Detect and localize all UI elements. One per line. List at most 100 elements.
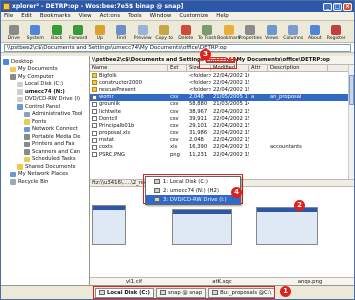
tree-node-label: Administrative Tool	[32, 111, 83, 118]
file-row[interactable]: constructor2000 <folder>22/04/2002 15:43	[90, 79, 354, 86]
back-button[interactable]: Back	[46, 21, 68, 42]
tree-node[interactable]: Shared Documents	[1, 163, 89, 171]
tree-node[interactable]: Fonts	[1, 118, 89, 126]
menu-item[interactable]: Customize	[179, 13, 208, 19]
file-row[interactable]: mstat csv 2,048 22/04/2002 15:43	[90, 137, 354, 144]
properties-button[interactable]: Properties	[239, 21, 262, 42]
tree-node[interactable]: DVD/CD-RW Drive (I)	[1, 96, 89, 104]
thumbnail-3[interactable]	[256, 207, 318, 245]
find-button[interactable]: Find	[111, 21, 133, 42]
file-name-cell: mstat	[90, 137, 168, 143]
close-button[interactable]: ×	[343, 2, 352, 11]
thumbnail-2[interactable]	[172, 209, 232, 245]
minimize-button[interactable]: _	[323, 2, 332, 11]
views-button[interactable]: Views	[261, 21, 283, 42]
file-row[interactable]: PSRC.PNG png 11,231 22/04/2002 15:40	[90, 151, 354, 158]
tree-node-label: My Network Places	[18, 171, 69, 178]
tree-node-icon	[17, 96, 23, 102]
file-row[interactable]: lichtwite csv 38,967 22/04/2002 15:45	[90, 108, 354, 115]
tree-node[interactable]: Control Panel	[1, 103, 89, 111]
scroll-thumb[interactable]	[349, 75, 354, 105]
tree-node[interactable]: My Network Places	[1, 171, 89, 179]
tree-node[interactable]: Portable Media De	[1, 133, 89, 141]
file-row[interactable]: womr csv 2,048 21/05/2005 17:40:11a an_propo…	[90, 93, 354, 101]
file-date-cell: 21/05/2005 17:40:11	[213, 94, 249, 101]
file-row[interactable]: Principalb01b csv 29,101 22/04/2002 15:45	[90, 122, 354, 129]
menu-item[interactable]: Help	[216, 13, 229, 19]
tree-node-icon	[10, 171, 16, 177]
tab-label: Bu:_proposals @C:\	[220, 289, 272, 296]
file-row[interactable]: proposal.xls csv 31,986 22/04/2002 15:44	[90, 130, 354, 137]
folder-tree: Desktop My Documents My Computer Local Disk…	[1, 56, 90, 285]
menu-item[interactable]: Bookmarks	[40, 13, 71, 19]
menu-item[interactable]: File	[4, 13, 13, 19]
tree-node[interactable]: Recycle Bin	[1, 178, 89, 186]
column-header-description[interactable]: Description	[268, 65, 328, 71]
tree-node-label: Scanners and Can	[32, 148, 81, 155]
tab[interactable]: snap @ snap	[155, 287, 207, 298]
columns-button[interactable]: Columns	[283, 21, 305, 42]
file-row[interactable]: Bigfolk <folder>22/04/2002 16:48	[90, 72, 354, 79]
app-icon	[3, 3, 10, 10]
menu-item[interactable]: Tools	[128, 13, 142, 19]
toolbar-label: Preview	[133, 36, 152, 41]
menu-item[interactable]: Edit	[21, 13, 32, 19]
tree-node[interactable]: Local Disk (C:)	[1, 81, 89, 89]
tree-node[interactable]: umecc74 (N:)	[1, 88, 89, 96]
column-header-size[interactable]: Size	[187, 65, 211, 71]
about-button[interactable]: About	[304, 21, 326, 42]
tree-node[interactable]: Network Connect	[1, 126, 89, 134]
tree-node[interactable]: Desktop	[1, 58, 89, 66]
column-header-ext[interactable]: Ext	[168, 65, 187, 71]
file-row[interactable]: rescuePresent <folder>22/04/2002 15:40	[90, 86, 354, 93]
file-row[interactable]: Dontcll csv 39,911 22/04/2002 15:45	[90, 115, 354, 122]
popup-drive-item[interactable]: 2: umecc74 (N:) (H2)	[146, 186, 240, 195]
file-date-cell: 22/04/2002 16:48	[213, 72, 249, 79]
file-name-cell: proposal.xls	[90, 130, 168, 136]
popup-drive-item[interactable]: 3: DVD/CD-RW Drive (I:)	[146, 195, 240, 204]
to-trash-button[interactable]: To Trash	[197, 21, 219, 42]
vertical-scrollbar[interactable]	[348, 65, 354, 179]
up-button[interactable]: Up	[89, 21, 111, 42]
thumbnail-label: atK.sqc	[212, 278, 232, 285]
delete-button[interactable]: Delete	[175, 21, 197, 42]
tree-node-label: Desktop	[11, 58, 33, 65]
file-icon	[92, 109, 97, 115]
tab[interactable]: Bu:_proposals @C:\	[208, 287, 276, 298]
tree-node[interactable]: Scanners and Can	[1, 148, 89, 156]
menu-item[interactable]: Window	[150, 13, 172, 19]
menu-item[interactable]: View	[79, 13, 92, 19]
tree-node[interactable]: Administrative Tool	[1, 111, 89, 119]
file-row[interactable]: coxts xls 16,390 22/04/2002 15:41 accountant…	[90, 144, 354, 151]
bookmark-button[interactable]: Bookmark	[217, 21, 240, 42]
toolbar-label: About	[307, 36, 322, 41]
preview-button[interactable]: Preview	[132, 21, 154, 42]
tree-node[interactable]: My Documents	[1, 66, 89, 74]
thumbnail-1[interactable]	[92, 205, 126, 245]
address-input[interactable]: \\pstbee2\c$\Documents and Settings\umec…	[4, 43, 351, 52]
tree-node-label: Portable Media De	[32, 133, 81, 140]
column-header-attr[interactable]: Attr	[249, 65, 268, 71]
tree-node[interactable]: Scheduled Tasks	[1, 156, 89, 164]
forward-button[interactable]: Forward	[68, 21, 90, 42]
register-button[interactable]: Register	[326, 21, 348, 42]
file-date-cell: 22/04/2002 15:43	[213, 137, 249, 144]
tree-node-label: Printers and Fax	[32, 141, 75, 148]
tree-node[interactable]: Printers and Fax	[1, 141, 89, 149]
tree-node[interactable]: My Computer	[1, 73, 89, 81]
system-button[interactable]: System	[25, 21, 47, 42]
column-header-modified[interactable]: Modified	[211, 65, 249, 71]
file-date-cell: 22/04/2002 15:41	[213, 144, 249, 151]
drive-button[interactable]: Drive	[3, 21, 25, 42]
menu-item[interactable]: Act:ons	[100, 13, 120, 19]
toolbar-label: Find	[116, 36, 126, 41]
file-name-cell: constructor2000	[90, 80, 168, 86]
popup-drive-item[interactable]: 1: Local Disk (C:)	[146, 177, 240, 186]
drive-icon	[8, 25, 19, 35]
tab[interactable]: Local Disk (C:)	[95, 287, 154, 298]
column-header-name[interactable]: Name	[90, 65, 168, 71]
maximize-button[interactable]: □	[333, 2, 342, 11]
file-size-cell: 38,967	[189, 108, 208, 115]
copy-to-button[interactable]: Copy to	[154, 21, 176, 42]
file-row[interactable]: grouniik csv 58,880 21/03/2005 14:57	[90, 101, 354, 108]
